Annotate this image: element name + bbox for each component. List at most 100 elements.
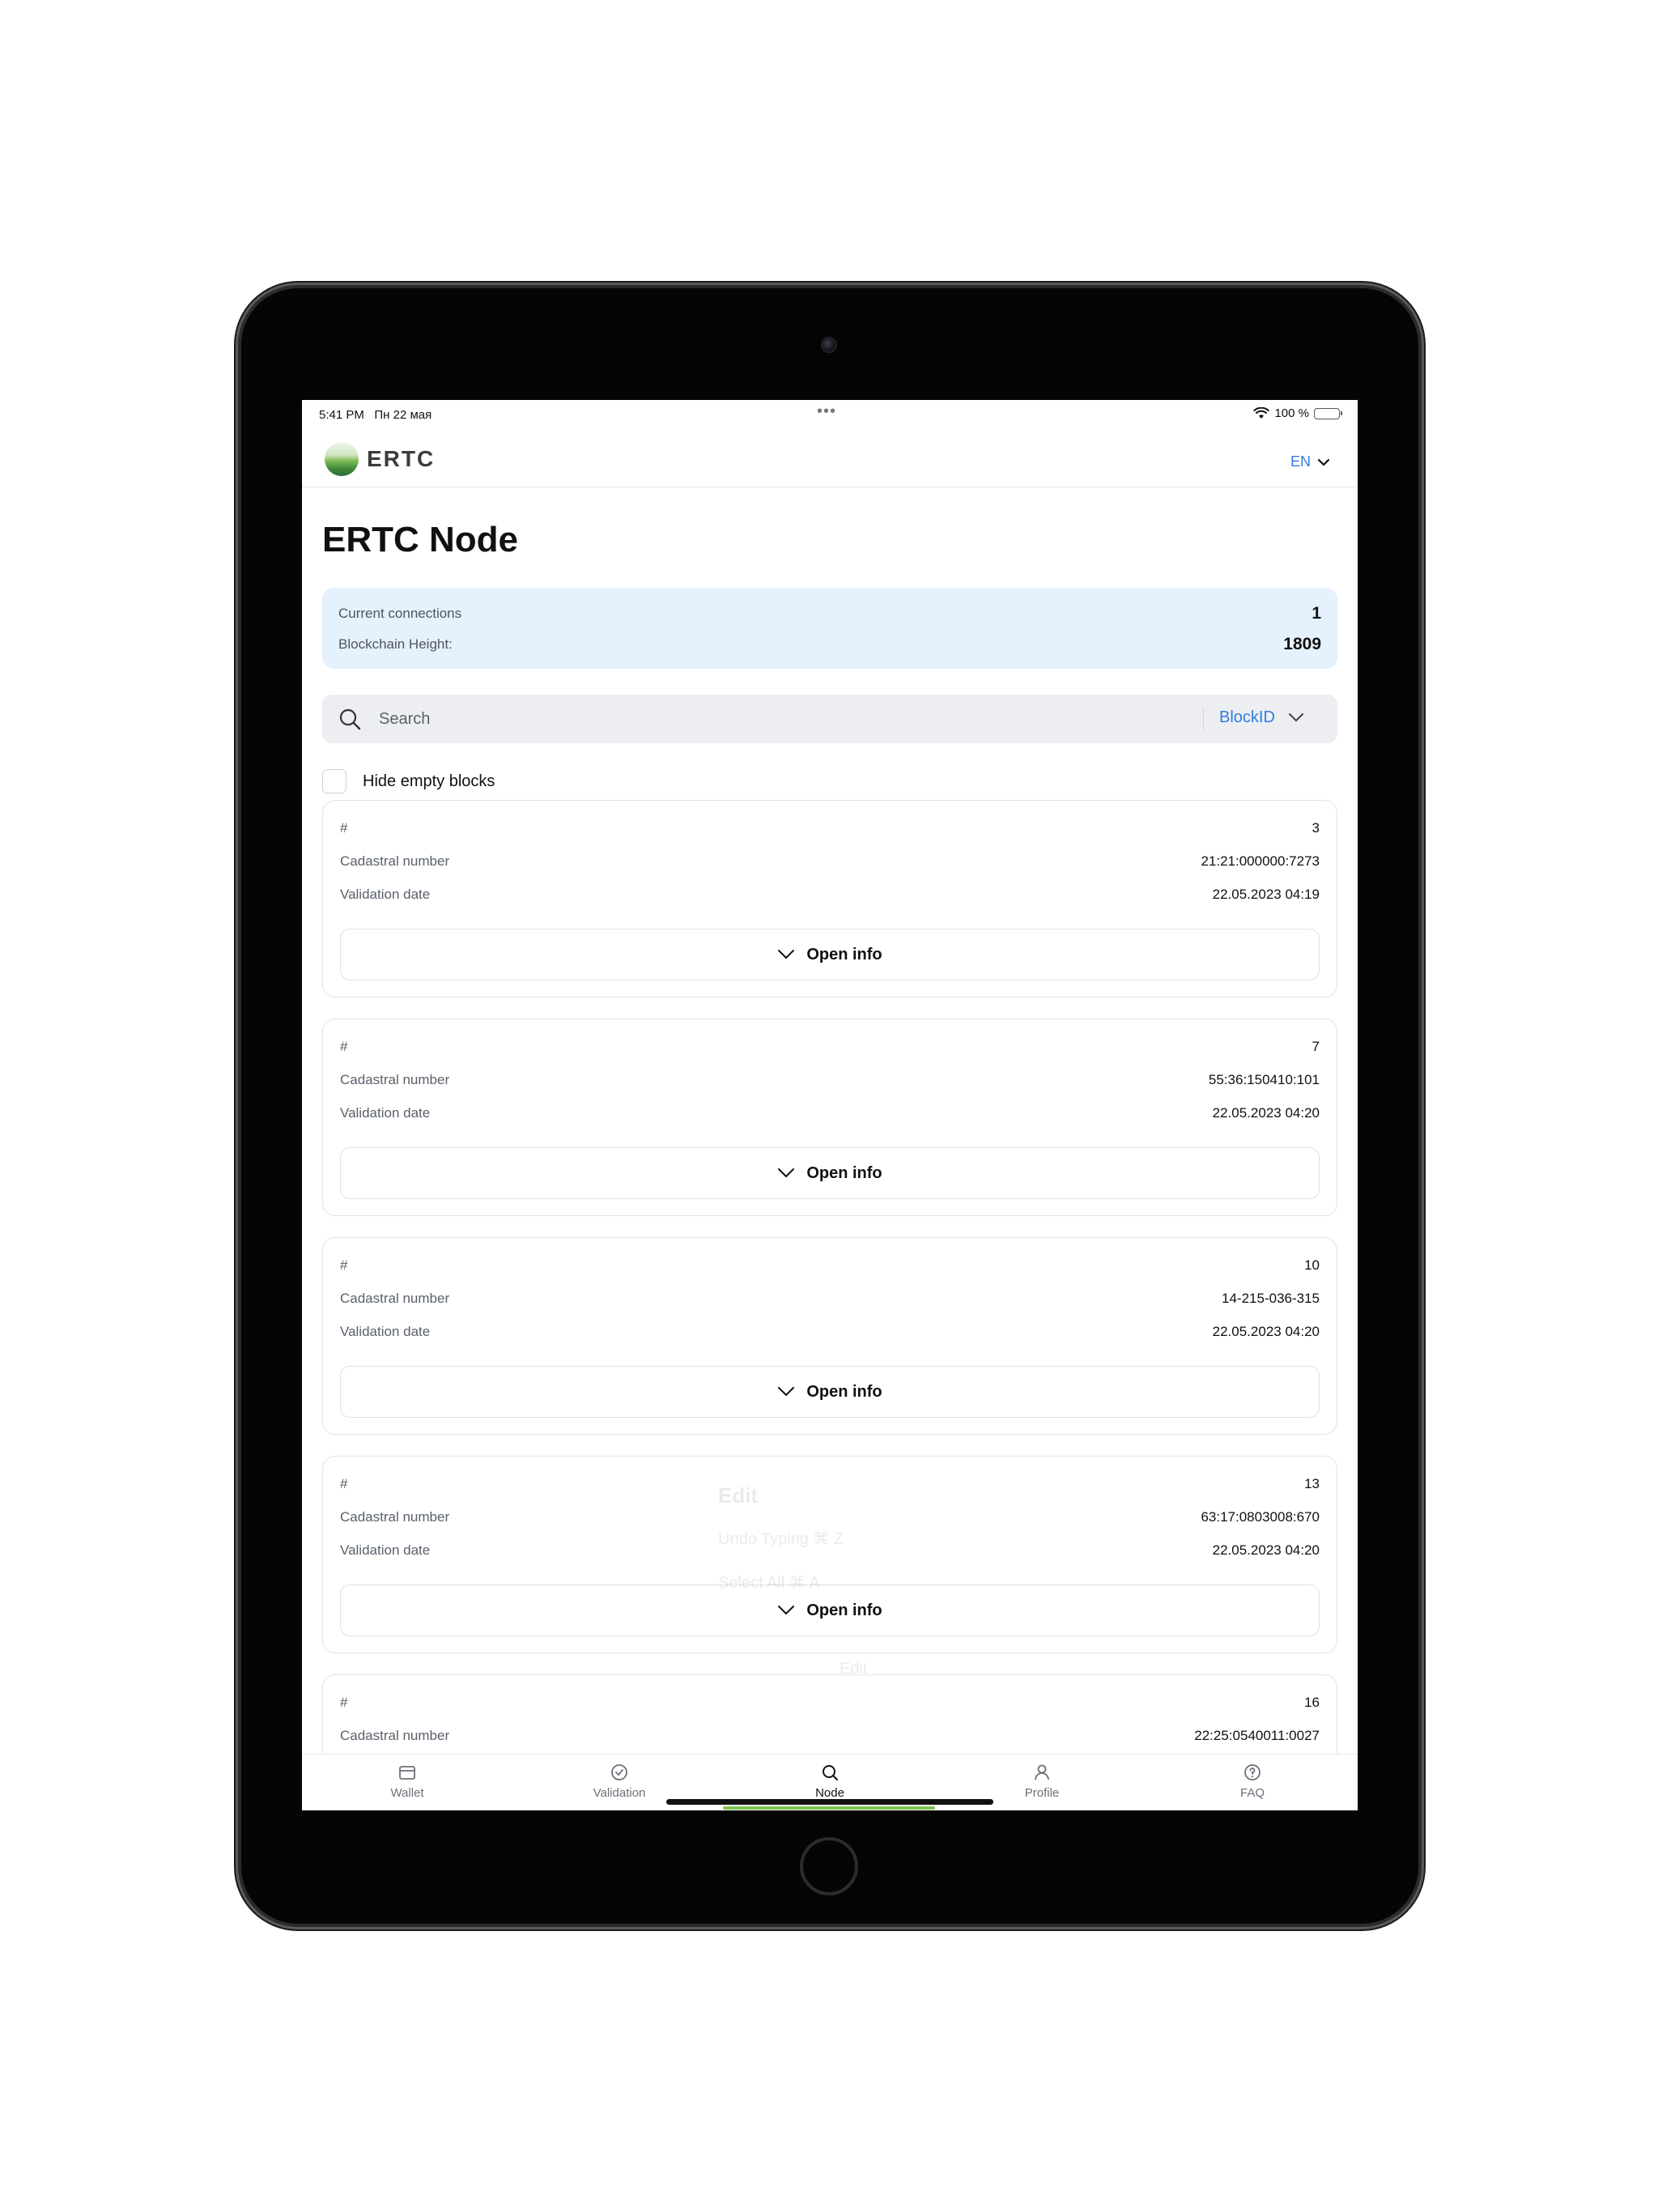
- search-input[interactable]: [379, 704, 1188, 734]
- block-number-row: #3: [340, 820, 1320, 836]
- stat-row-height: Blockchain Height: 1809: [338, 635, 1321, 654]
- screen: 5:41 PM Пн 22 мая ••• 100 % ERTC EN ERTC…: [302, 400, 1358, 1810]
- help-circle-icon: [1204, 1763, 1301, 1782]
- tab-label: Validation: [593, 1786, 646, 1800]
- validation-date-value: 22.05.2023 04:20: [1212, 1105, 1320, 1121]
- hash-label: #: [340, 1039, 348, 1054]
- ghost-menu-title: Edit: [718, 1483, 759, 1508]
- stat-label: Blockchain Height:: [338, 636, 453, 652]
- open-info-label: Open info: [806, 1163, 882, 1182]
- status-date-text: Пн 22 мая: [374, 408, 432, 422]
- validation-date-row: Validation date 22.05.2023 04:19: [340, 887, 1320, 903]
- status-time: 5:41 PM Пн 22 мая: [319, 408, 432, 422]
- cadastral-label: Cadastral number: [340, 1072, 450, 1087]
- cadastral-label: Cadastral number: [340, 1291, 450, 1306]
- search-filter-select[interactable]: BlockID: [1219, 708, 1304, 727]
- stat-value: 1: [1312, 604, 1321, 623]
- user-icon: [993, 1763, 1090, 1782]
- hash-label: #: [340, 1695, 348, 1710]
- validation-date-label: Validation date: [340, 887, 431, 902]
- validation-date-label: Validation date: [340, 1542, 431, 1558]
- wallet-icon: [359, 1763, 456, 1782]
- block-number-row: #7: [340, 1039, 1320, 1055]
- status-bar: 5:41 PM Пн 22 мая ••• 100 %: [302, 400, 1358, 429]
- hide-empty-label: Hide empty blocks: [363, 772, 495, 790]
- block-number: 16: [1304, 1695, 1320, 1710]
- block-number: 7: [1312, 1039, 1320, 1054]
- front-camera: [821, 337, 837, 353]
- open-info-label: Open info: [806, 1382, 882, 1401]
- open-info-button[interactable]: Open info: [340, 1366, 1320, 1418]
- battery-icon: [1314, 407, 1342, 419]
- validation-date-value: 22.05.2023 04:20: [1212, 1324, 1320, 1339]
- hash-label: #: [340, 1257, 348, 1273]
- cadastral-label: Cadastral number: [340, 1509, 450, 1525]
- tab-wallet[interactable]: Wallet: [359, 1763, 456, 1800]
- tab-label: Wallet: [390, 1786, 424, 1800]
- open-info-button[interactable]: Open info: [340, 1147, 1320, 1199]
- tab-profile[interactable]: Profile: [993, 1763, 1090, 1800]
- block-card: #7 Cadastral number 55:36:150410:101 Vali…: [322, 1019, 1337, 1216]
- hash-label: #: [340, 1476, 348, 1491]
- stat-row-connections: Current connections 1: [338, 604, 1321, 623]
- chevron-down-icon: [777, 1164, 795, 1183]
- page-title: ERTC Node: [322, 520, 518, 559]
- chevron-down-icon: [1317, 453, 1330, 470]
- validation-date-value: 22.05.2023 04:20: [1212, 1542, 1320, 1558]
- home-indicator[interactable]: [666, 1799, 993, 1805]
- ghost-menu-item: Undo Typing ⌘ Z: [718, 1530, 844, 1548]
- block-number-row: #10: [340, 1257, 1320, 1274]
- active-tab-indicator: [723, 1806, 935, 1810]
- validation-date-value: 22.05.2023 04:19: [1212, 887, 1320, 902]
- tab-faq[interactable]: FAQ: [1204, 1763, 1301, 1800]
- search-bar: BlockID: [322, 695, 1337, 743]
- cadastral-row: Cadastral number 21:21:000000:7273: [340, 853, 1320, 870]
- tab-label: Node: [815, 1786, 844, 1800]
- chevron-down-icon: [777, 946, 795, 964]
- logo-mark-icon: [325, 442, 359, 476]
- open-info-button[interactable]: Open info: [340, 929, 1320, 981]
- chevron-down-icon: [1288, 708, 1304, 727]
- tab-label: FAQ: [1239, 1786, 1265, 1800]
- ghost-menu-item: Edit: [840, 1660, 868, 1678]
- validation-date-row: Validation date 22.05.2023 04:20: [340, 1324, 1320, 1340]
- tablet-frame: 5:41 PM Пн 22 мая ••• 100 % ERTC EN ERTC…: [241, 288, 1418, 1924]
- stat-value: 1809: [1283, 635, 1321, 653]
- cadastral-value: 14-215-036-315: [1222, 1291, 1320, 1306]
- logo[interactable]: ERTC: [325, 442, 435, 476]
- search-divider: [1203, 708, 1204, 730]
- cadastral-value: 22:25:0540011:0027: [1194, 1728, 1320, 1743]
- cadastral-value: 55:36:150410:101: [1208, 1072, 1320, 1087]
- logo-text: ERTC: [367, 446, 436, 471]
- check-circle-icon: [571, 1763, 668, 1782]
- block-card: #3 Cadastral number 21:21:000000:7273 Val…: [322, 800, 1337, 998]
- tab-validation[interactable]: Validation: [571, 1763, 668, 1800]
- language-select[interactable]: EN: [1290, 453, 1330, 470]
- search-icon: [338, 708, 361, 734]
- block-number: 3: [1312, 820, 1320, 836]
- validation-date-row: Validation date 22.05.2023 04:20: [340, 1105, 1320, 1121]
- cadastral-label: Cadastral number: [340, 1728, 450, 1743]
- wifi-icon: [1253, 407, 1270, 419]
- cadastral-row: Cadastral number 22:25:0540011:0027: [340, 1728, 1320, 1744]
- multitask-dots[interactable]: •••: [817, 402, 836, 421]
- cadastral-label: Cadastral number: [340, 853, 450, 869]
- hide-empty-blocks-toggle[interactable]: Hide empty blocks: [322, 769, 495, 793]
- block-number: 10: [1304, 1257, 1320, 1273]
- block-card: #10 Cadastral number 14-215-036-315 Valid…: [322, 1237, 1337, 1435]
- open-info-label: Open info: [806, 945, 882, 963]
- validation-date-label: Validation date: [340, 1105, 431, 1121]
- home-button[interactable]: [800, 1837, 858, 1895]
- block-number: 13: [1304, 1476, 1320, 1491]
- tab-node[interactable]: Node: [781, 1763, 878, 1800]
- search-icon: [781, 1763, 878, 1782]
- status-indicators: 100 %: [1253, 406, 1342, 420]
- ghost-menu-item: Select All ⌘ A: [718, 1574, 820, 1592]
- validation-date-label: Validation date: [340, 1324, 431, 1339]
- cadastral-row: Cadastral number 14-215-036-315: [340, 1291, 1320, 1307]
- stat-label: Current connections: [338, 606, 462, 621]
- chevron-down-icon: [777, 1383, 795, 1402]
- cadastral-value: 21:21:000000:7273: [1201, 853, 1320, 869]
- filter-label: BlockID: [1219, 708, 1275, 726]
- hide-empty-checkbox[interactable]: [322, 769, 346, 793]
